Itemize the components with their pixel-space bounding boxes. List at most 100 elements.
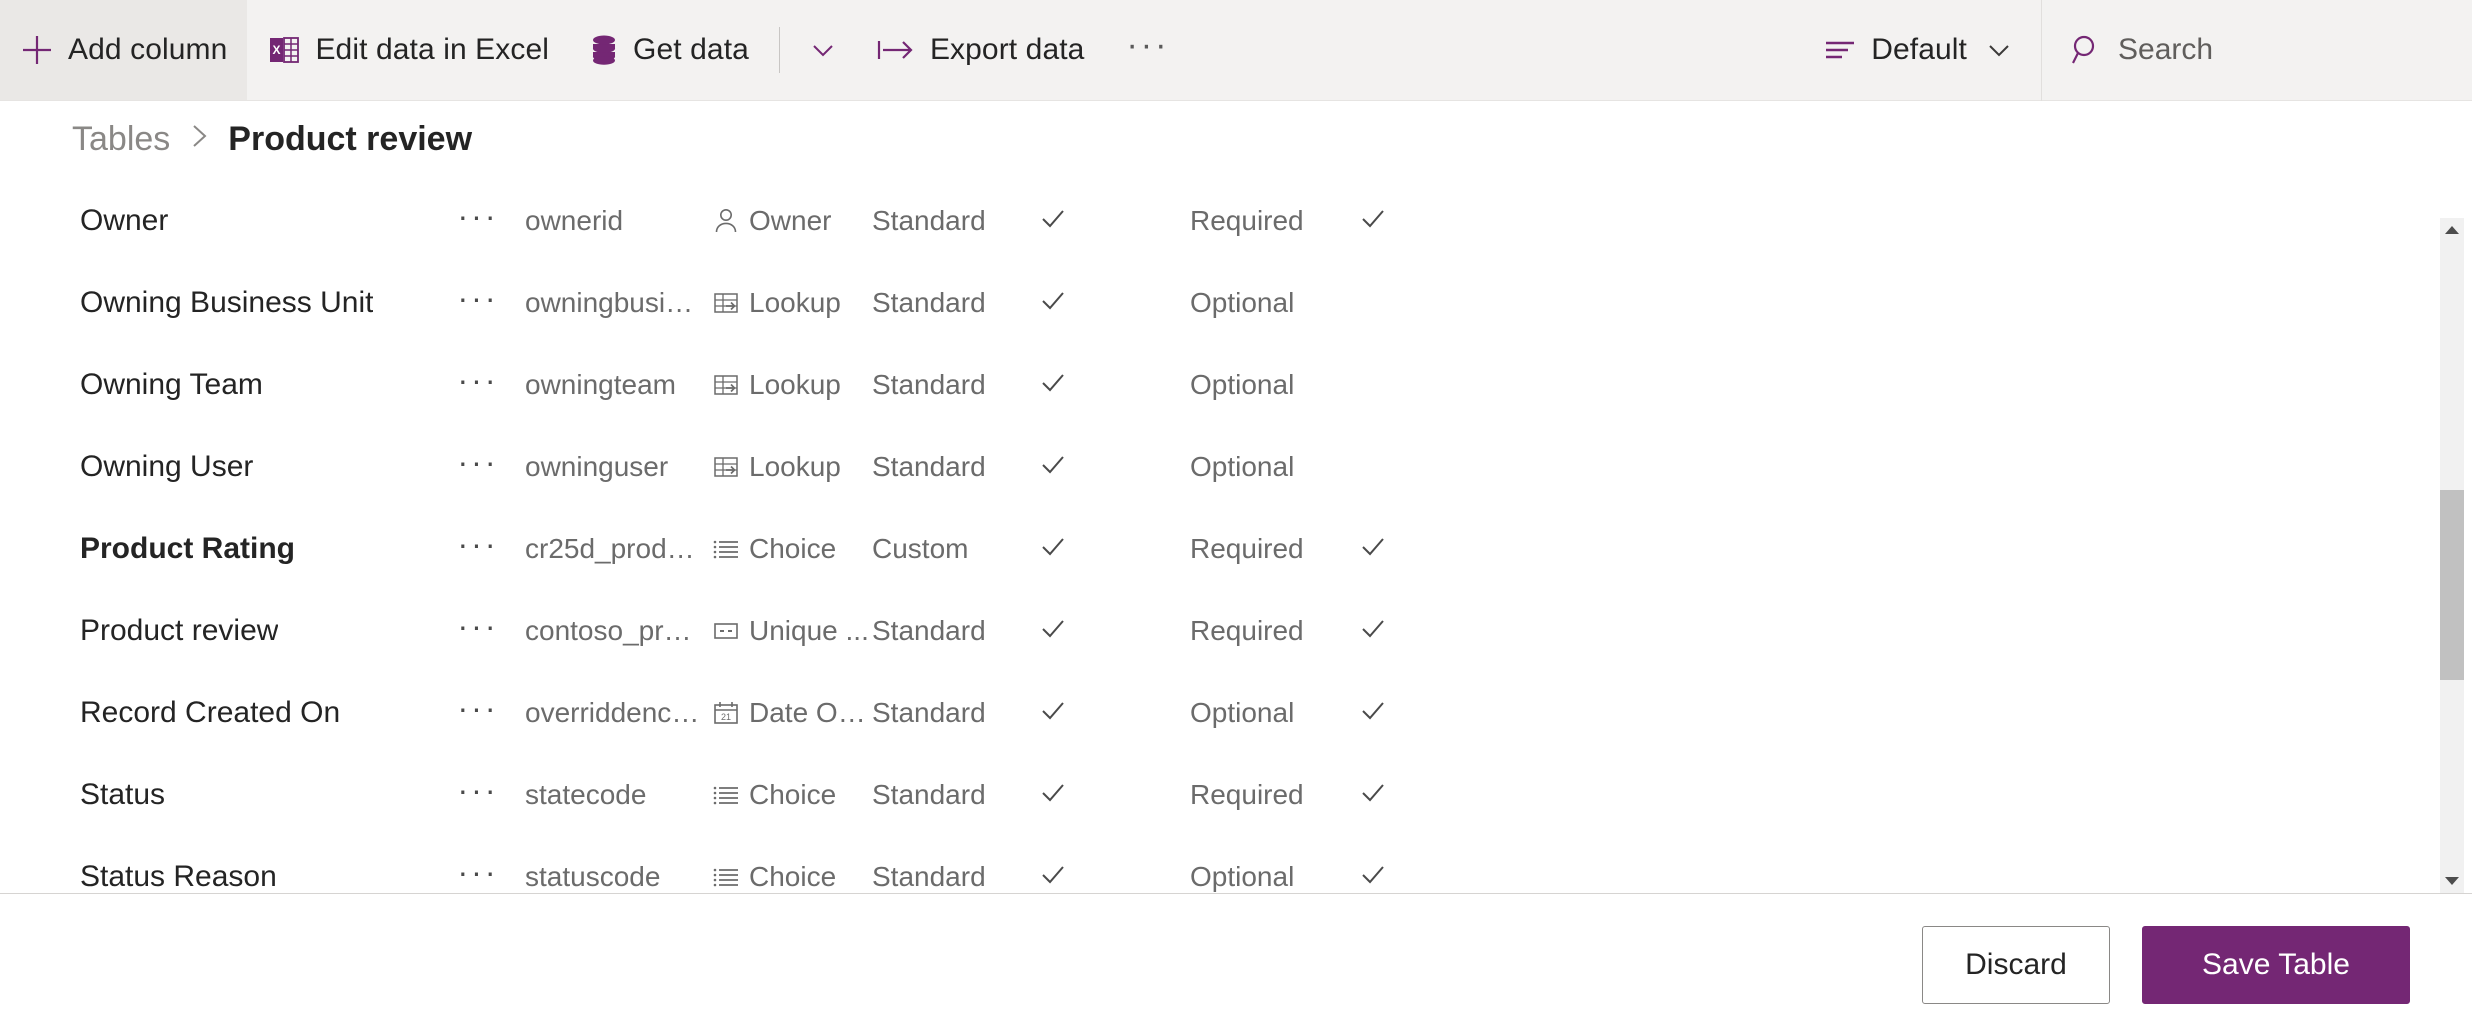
cell-display-name: Owning Team xyxy=(80,368,450,402)
column-data-type: Date Only xyxy=(749,697,872,728)
checkmark-icon xyxy=(1038,450,1068,485)
choice-icon xyxy=(712,781,740,809)
column-logical-name: owningbusine... xyxy=(525,287,705,318)
row-more-options-icon[interactable]: ··· xyxy=(448,610,508,642)
command-bar: Add column X Edit data in Excel Get data… xyxy=(0,0,2472,101)
cell-logical-name: statuscode xyxy=(525,861,705,893)
cell-customizable xyxy=(1028,860,1078,894)
column-logical-name: contoso_prod... xyxy=(525,615,705,646)
add-column-label: Add column xyxy=(68,33,228,66)
cell-customizable xyxy=(1028,286,1078,321)
discard-button[interactable]: Discard xyxy=(1922,925,2110,1004)
column-logical-name: overriddencre... xyxy=(525,697,705,728)
row-more-options-icon[interactable]: ··· xyxy=(448,856,508,888)
checkmark-icon xyxy=(1038,368,1068,403)
chevron-down-icon xyxy=(1985,36,2013,64)
command-bar-divider xyxy=(778,27,780,73)
person-icon xyxy=(712,207,740,235)
cell-type-origin: Custom xyxy=(872,533,1022,565)
svg-text:X: X xyxy=(273,43,281,57)
column-required: Required xyxy=(1190,205,1304,236)
row-more-options-icon[interactable]: ··· xyxy=(448,364,508,396)
row-more-options-icon[interactable]: ··· xyxy=(448,282,508,314)
get-data-dropdown-button[interactable] xyxy=(790,0,856,100)
edit-data-in-excel-button[interactable]: X Edit data in Excel xyxy=(247,0,569,100)
columns-grid-body: Owner ··· ownerid Owner Standard Required Owni… xyxy=(0,180,2472,893)
cell-logical-name: cr25d_product... xyxy=(525,533,705,565)
row-more-options-icon[interactable]: ··· xyxy=(448,774,508,806)
checkmark-icon xyxy=(1038,286,1068,321)
checkmark-icon xyxy=(1038,860,1068,894)
column-logical-name: cr25d_product... xyxy=(525,533,705,564)
breadcrumb-chevron-icon xyxy=(188,122,210,157)
cell-customizable xyxy=(1028,696,1078,731)
breadcrumb-item-tables[interactable]: Tables xyxy=(72,120,170,159)
table-row[interactable]: Product Rating ··· cr25d_product... Choice C… xyxy=(0,508,2472,590)
choice-icon xyxy=(712,863,740,891)
overflow-ellipsis-icon[interactable]: ··· xyxy=(1104,28,1191,62)
cell-display-name: Product Rating xyxy=(80,532,450,566)
cell-searchable xyxy=(1348,778,1398,813)
row-more-options-icon[interactable]: ··· xyxy=(448,446,508,478)
cell-type-origin: Standard xyxy=(872,615,1022,647)
cell-searchable xyxy=(1348,696,1398,731)
table-row[interactable]: Status ··· statecode Choice Standard Required xyxy=(0,754,2472,836)
row-more-options-icon[interactable]: ··· xyxy=(448,528,508,560)
get-data-button[interactable]: Get data xyxy=(569,0,769,100)
page-title: Product review xyxy=(228,120,473,158)
column-type-origin: Standard xyxy=(872,615,986,646)
column-type-origin: Standard xyxy=(872,369,986,400)
column-display-name: Status xyxy=(80,778,166,811)
choice-icon xyxy=(712,535,740,563)
export-data-button[interactable]: Export data xyxy=(856,0,1105,100)
cell-data-type: 21 Date Only xyxy=(712,697,872,729)
search-input[interactable]: Search xyxy=(2042,0,2472,100)
table-row[interactable]: Owning Business Unit ··· owningbusine... Lo… xyxy=(0,262,2472,344)
table-row[interactable]: Product review ··· contoso_prod... Unique .… xyxy=(0,590,2472,672)
column-required: Optional xyxy=(1190,287,1295,318)
table-row[interactable]: Record Created On ··· overriddencre... 21 Da… xyxy=(0,672,2472,754)
column-display-name: Owning Business Unit xyxy=(80,286,374,319)
view-selector-button[interactable]: Default xyxy=(1795,0,2041,100)
cell-logical-name: owningteam xyxy=(525,369,705,401)
cell-required: Optional xyxy=(1190,287,1360,319)
cell-display-name: Owning Business Unit xyxy=(80,286,450,320)
cell-display-name: Status xyxy=(80,778,450,812)
grid-vertical-scrollbar[interactable] xyxy=(2440,218,2464,893)
column-display-name: Owning User xyxy=(80,450,254,483)
cell-data-type: Lookup xyxy=(712,451,872,483)
add-column-button[interactable]: Add column xyxy=(0,0,248,100)
table-row[interactable]: Owner ··· ownerid Owner Standard Required xyxy=(0,180,2472,262)
search-placeholder: Search xyxy=(2118,33,2214,66)
table-row[interactable]: Owning User ··· owninguser Lookup Standard Op… xyxy=(0,426,2472,508)
checkmark-icon xyxy=(1038,696,1068,731)
column-logical-name: statuscode xyxy=(525,861,661,892)
scroll-up-button[interactable] xyxy=(2440,218,2464,242)
column-data-type: Lookup xyxy=(749,287,841,318)
row-more-options-icon[interactable]: ··· xyxy=(448,692,508,724)
scroll-down-button[interactable] xyxy=(2440,869,2464,893)
checkmark-icon xyxy=(1358,860,1388,894)
column-type-origin: Standard xyxy=(872,287,986,318)
column-data-type: Owner xyxy=(749,205,832,236)
checkmark-icon xyxy=(1038,778,1068,813)
lookup-icon xyxy=(712,289,740,317)
cell-type-origin: Standard xyxy=(872,369,1022,401)
save-table-button[interactable]: Save Table xyxy=(2142,925,2410,1004)
row-more-options-icon[interactable]: ··· xyxy=(448,200,508,232)
cell-data-type: Owner xyxy=(712,205,872,237)
cell-data-type: Unique ... xyxy=(712,615,872,647)
cell-data-type: Choice xyxy=(712,533,872,565)
column-required: Optional xyxy=(1190,451,1295,482)
chevron-down-icon xyxy=(808,35,838,65)
scrollbar-thumb[interactable] xyxy=(2440,490,2464,680)
column-data-type: Lookup xyxy=(749,451,841,482)
lookup-icon xyxy=(712,453,740,481)
cell-display-name: Product review xyxy=(80,614,450,648)
checkmark-icon xyxy=(1038,614,1068,649)
table-row[interactable]: Status Reason ··· statuscode Choice Standard… xyxy=(0,836,2472,893)
cell-display-name: Owning User xyxy=(80,450,450,484)
checkmark-icon xyxy=(1358,614,1388,649)
column-display-name: Product Rating xyxy=(80,532,295,565)
table-row[interactable]: Owning Team ··· owningteam Lookup Standard Op… xyxy=(0,344,2472,426)
